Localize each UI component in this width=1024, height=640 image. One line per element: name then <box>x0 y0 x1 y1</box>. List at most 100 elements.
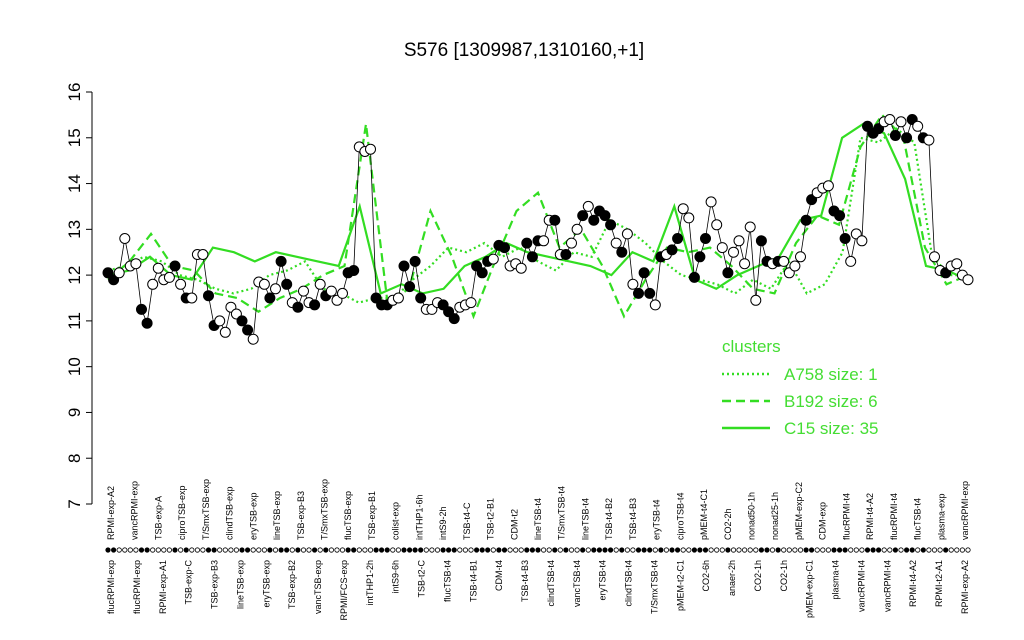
data-point <box>476 267 488 279</box>
x-label-bottom: CO2-6h <box>701 560 711 592</box>
rug-marker <box>691 547 698 553</box>
data-point <box>465 297 477 309</box>
rug-marker <box>887 547 893 553</box>
rug-marker <box>351 547 357 553</box>
x-label-top: TSB-t4-B2 <box>604 498 614 540</box>
data-point <box>923 134 935 146</box>
bottom-rug-markers <box>105 547 971 553</box>
rug-marker <box>697 547 703 553</box>
data-point <box>694 251 706 263</box>
x-label-bottom: flucRPMI-exp <box>132 560 142 614</box>
x-label-bottom: flucRPMI-exp <box>106 560 116 614</box>
data-point <box>247 333 259 345</box>
rug-marker <box>362 547 368 553</box>
rug-marker <box>680 547 686 553</box>
rug-marker <box>764 547 770 553</box>
x-label-bottom: vancTSB-exp <box>313 560 323 614</box>
rug-marker <box>624 547 631 553</box>
rug-marker <box>591 547 597 553</box>
data-point <box>610 237 622 249</box>
x-label-bottom: anaer-2h <box>727 560 737 596</box>
x-label-bottom: eryTSB-t4 <box>598 560 608 601</box>
rug-marker <box>875 547 882 553</box>
data-point <box>566 237 577 249</box>
rug-marker <box>239 547 245 553</box>
data-point <box>398 260 410 272</box>
data-point <box>711 219 723 231</box>
data-point <box>688 271 700 283</box>
rug-marker <box>903 547 910 553</box>
x-label-bottom: plasma-t4 <box>831 560 841 600</box>
rug-marker <box>540 547 547 553</box>
y-tick-label: 9 <box>65 408 84 417</box>
x-label-top: eryTSB-exp <box>248 492 258 540</box>
rug-marker <box>339 547 346 553</box>
rug-marker <box>702 547 709 553</box>
rug-marker <box>311 547 318 553</box>
x-label-bottom: pMEM-t2-C1 <box>675 560 685 611</box>
rug-marker <box>686 547 692 553</box>
x-label-bottom: CDM-t4 <box>494 560 504 591</box>
data-point <box>822 180 834 192</box>
cluster-line-solid <box>107 122 969 295</box>
x-label-top: ciproTSB-exp <box>177 485 187 540</box>
data-point <box>292 301 304 313</box>
rug-marker <box>284 547 290 553</box>
y-tick-label: 14 <box>65 174 84 193</box>
x-label-bottom: lineTSB-exp <box>235 560 245 609</box>
data-point <box>487 253 499 265</box>
rug-marker <box>786 547 792 553</box>
data-point <box>281 278 293 290</box>
rug-marker <box>741 547 748 553</box>
x-label-top: TSB-t2-B1 <box>486 498 496 540</box>
x-label-bottom: RPMI-t2-A1 <box>934 560 944 607</box>
data-point <box>649 299 661 311</box>
data-point <box>236 315 248 327</box>
rug-marker <box>501 547 508 553</box>
rug-marker <box>607 547 614 553</box>
x-label-bottom: TSB-exp-C <box>184 560 194 605</box>
x-label-top: pMEM-t4-C1 <box>699 489 709 540</box>
legend-label: C15 size: 35 <box>784 419 879 438</box>
rug-marker <box>423 547 429 553</box>
data-point <box>638 267 650 279</box>
rug-marker <box>155 547 161 553</box>
data-point <box>404 281 416 293</box>
rug-marker <box>217 547 223 553</box>
rug-marker <box>937 547 943 553</box>
data-point <box>744 221 756 233</box>
data-point <box>962 274 974 286</box>
data-point <box>929 251 940 263</box>
rug-marker <box>295 547 301 553</box>
x-label-bottom: RPMI-exp-A2 <box>960 560 970 614</box>
y-tick-label: 12 <box>65 266 84 285</box>
legend-title: clusters <box>722 337 781 356</box>
rug-marker <box>552 547 558 553</box>
legend: clusters A758 size: 1 B192 size: 6 C15 siz… <box>722 337 879 438</box>
x-label-top: TSB-exp-A <box>153 496 163 540</box>
data-point <box>113 267 125 279</box>
data-point <box>588 214 600 226</box>
rug-marker <box>926 547 932 553</box>
rug-marker <box>116 547 122 553</box>
x-label-top: lineTSB-exp <box>272 491 282 540</box>
rug-marker <box>200 547 206 553</box>
rug-marker <box>345 547 351 553</box>
x-label-bottom: RPMI-t4-A2 <box>908 560 918 607</box>
rug-marker <box>814 547 820 553</box>
x-label-top: vancRPMI-exp <box>130 481 140 540</box>
rug-marker <box>669 547 675 553</box>
rug-marker <box>166 547 172 553</box>
rug-marker <box>328 547 334 553</box>
data-points <box>102 114 974 345</box>
x-label-top: RPMI-t4-A2 <box>865 493 875 540</box>
data-point <box>627 278 639 290</box>
rug-marker <box>278 547 284 553</box>
rug-marker <box>122 547 128 553</box>
x-label-top: pMEM-exp-C2 <box>794 482 804 540</box>
rug-marker <box>150 547 156 553</box>
rug-marker <box>714 547 720 553</box>
x-label-bottom: TSB-exp-B3 <box>210 560 220 609</box>
rug-marker <box>647 547 653 553</box>
rug-marker <box>915 547 921 553</box>
